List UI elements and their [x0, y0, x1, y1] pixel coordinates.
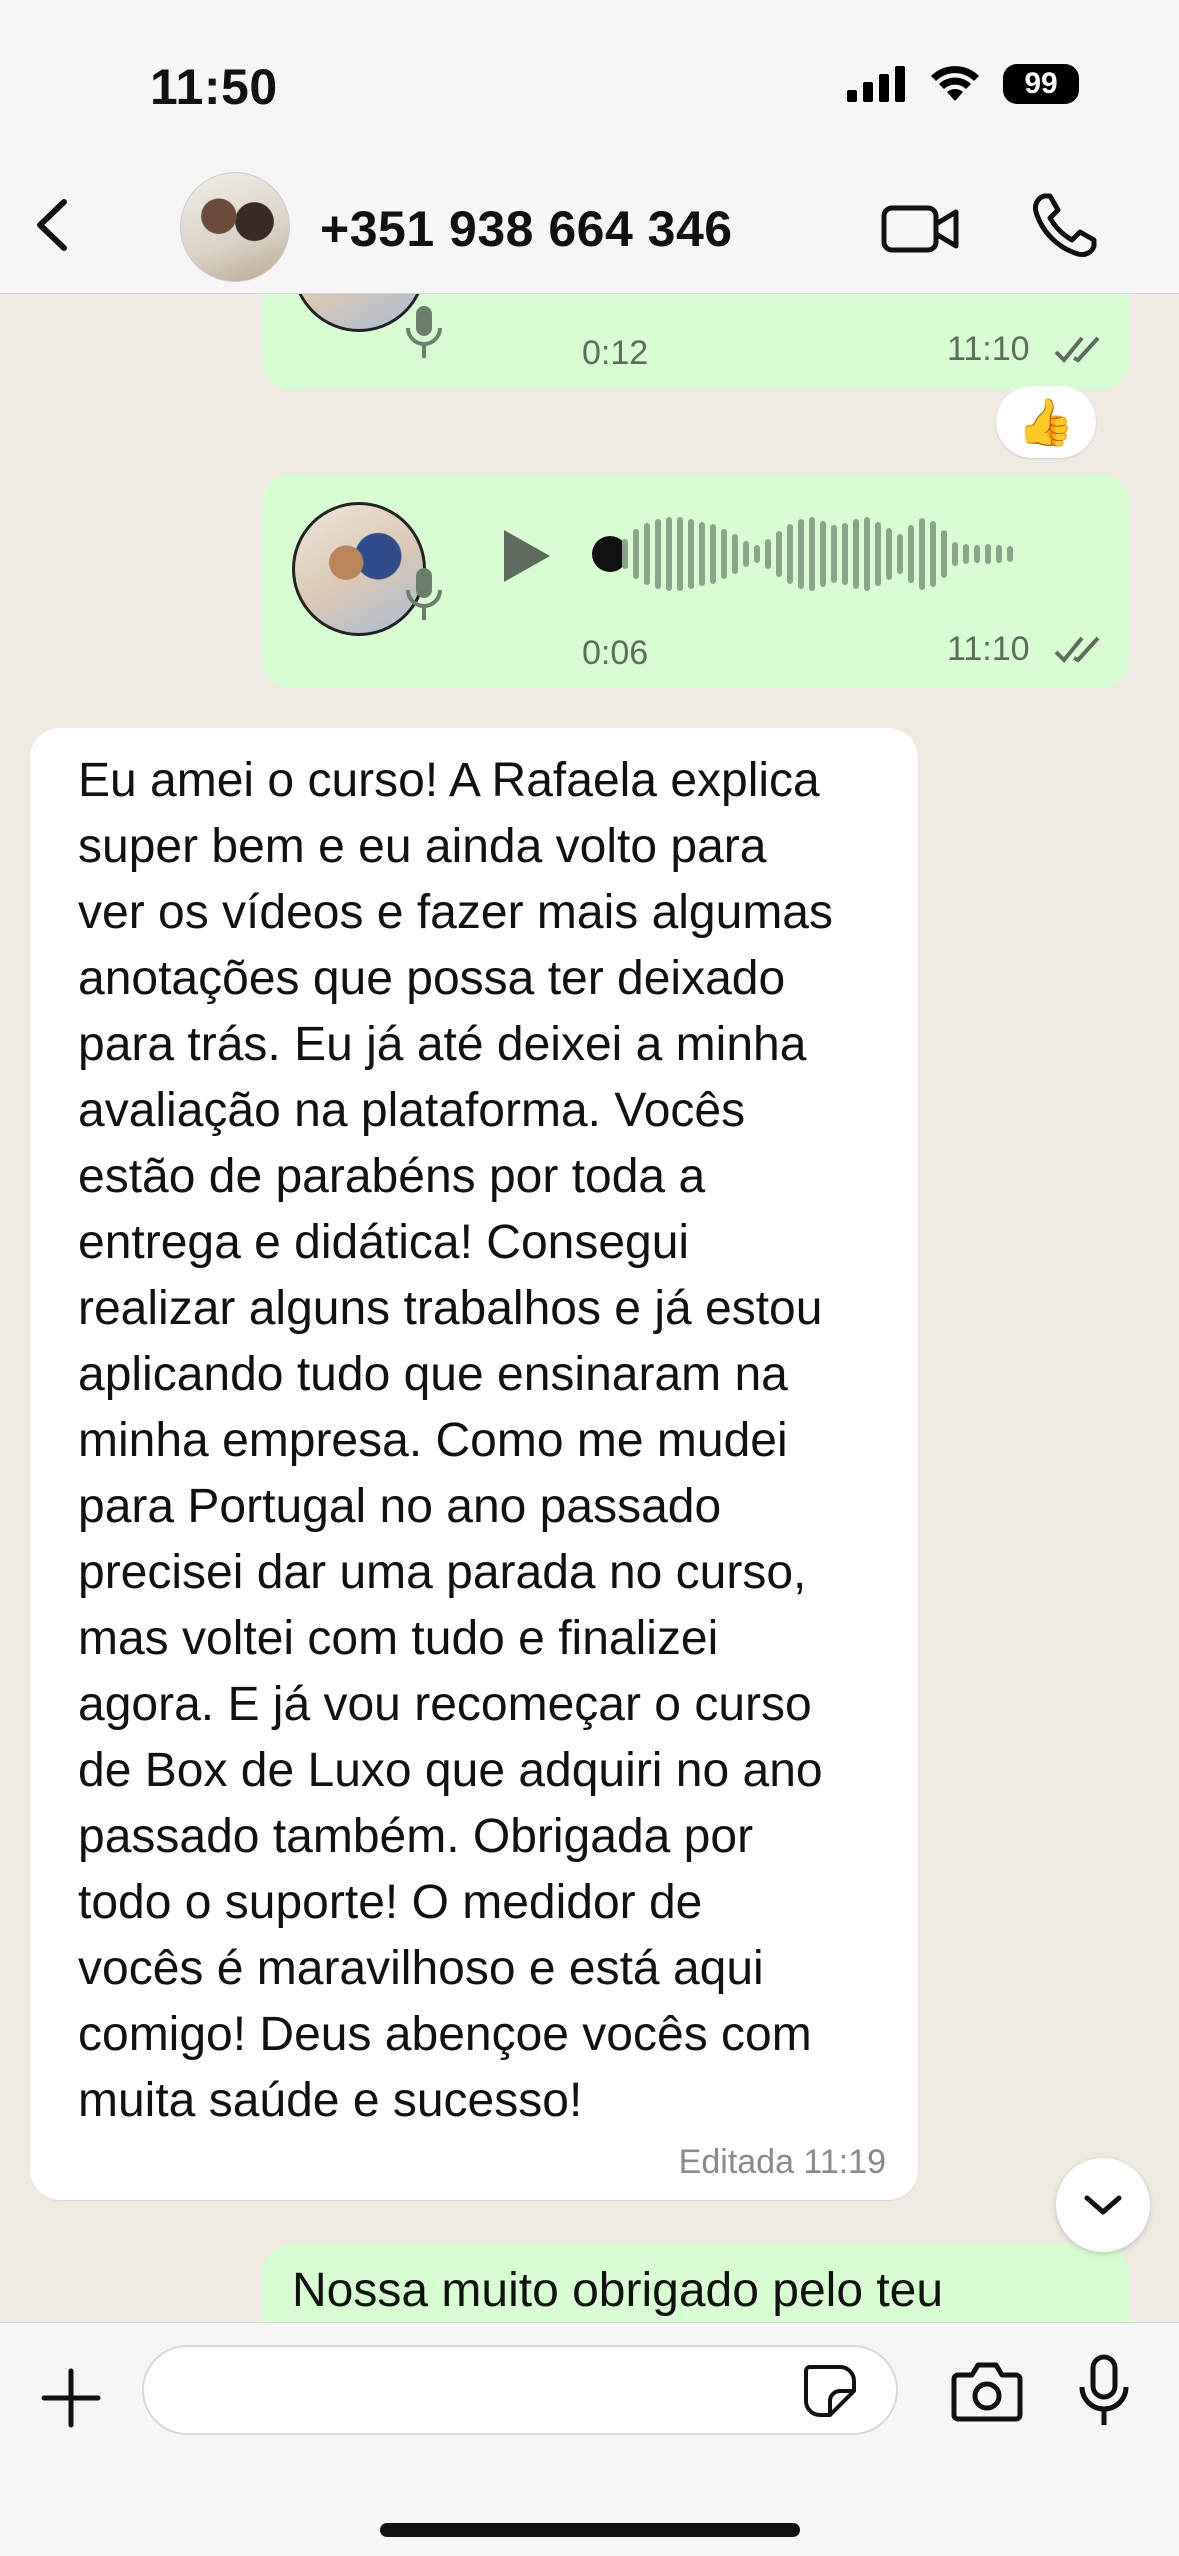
voice-message-bubble[interactable]: 0:12 11:10 — [262, 294, 1130, 390]
message-line: ver os vídeos e fazer mais algumas — [78, 886, 833, 939]
message-line: comigo! Deus abençoe vocês com — [78, 2008, 812, 2061]
status-icons: 99 — [847, 62, 1079, 106]
message-line: mas voltei com tudo e finalizei — [78, 1612, 719, 1665]
sticker-icon[interactable] — [800, 2361, 860, 2421]
edited-timestamp: Editada 11:19 — [678, 2143, 886, 2181]
message-line: minha empresa. Como me mudei — [78, 1414, 788, 1467]
message-line: todo o suporte! O medidor de — [78, 1876, 703, 1929]
signal-icon — [847, 66, 905, 102]
back-icon[interactable] — [20, 190, 90, 260]
message-input[interactable] — [142, 2345, 898, 2435]
chat-area[interactable]: 0:12 11:10 👍 0:06 11:10 Eu amei o curso!… — [0, 294, 1179, 2322]
message-line: precisei dar uma parada no curso, — [78, 1546, 807, 1599]
video-call-icon[interactable] — [880, 194, 960, 264]
voice-duration: 0:12 — [582, 334, 649, 372]
message-line: agora. E já vou recomeçar o curso — [78, 1678, 812, 1731]
message-line: para Portugal no ano passado — [78, 1480, 722, 1533]
contact-avatar[interactable] — [180, 172, 290, 282]
double-check-icon — [1054, 636, 1100, 663]
message-time: 11:10 — [947, 630, 1030, 668]
scroll-to-bottom-button[interactable] — [1056, 2158, 1150, 2252]
phone-icon[interactable] — [1030, 190, 1100, 260]
mic-icon — [406, 568, 442, 620]
status-bar: 11:50 99 — [0, 0, 1179, 160]
contact-name[interactable]: +351 938 664 346 — [320, 200, 733, 258]
reaction-badge[interactable]: 👍 — [996, 386, 1096, 458]
message-line: Eu amei o curso! A Rafaela explica — [78, 754, 820, 807]
message-line: de Box de Luxo que adquiri no ano — [78, 1744, 823, 1797]
voice-message-bubble[interactable]: 0:06 11:10 — [262, 474, 1130, 688]
wifi-icon — [931, 66, 979, 101]
composer-bar — [0, 2322, 1179, 2556]
chevron-down-icon — [1084, 2195, 1122, 2215]
message-time: 11:10 — [947, 330, 1030, 368]
message-line: entrega e didática! Consegui — [78, 1216, 690, 1269]
message-line: realizar alguns trabalhos e já estou — [78, 1282, 823, 1335]
incoming-message-bubble[interactable]: Eu amei o curso! A Rafaela explica super… — [30, 728, 918, 2200]
message-line: vocês é maravilhoso e está aqui — [78, 1942, 764, 1995]
message-text: Nossa muito obrigado pelo teu — [292, 2264, 944, 2317]
outgoing-message-bubble[interactable]: Nossa muito obrigado pelo teu — [262, 2244, 1130, 2322]
message-line: avaliação na plataforma. Vocês — [78, 1084, 746, 1137]
home-indicator — [380, 2523, 800, 2537]
microphone-icon[interactable] — [1076, 2353, 1132, 2429]
message-line: super bem e eu ainda volto para — [78, 820, 767, 873]
mic-icon — [406, 306, 442, 358]
message-line: anotações que possa ter deixado — [78, 952, 786, 1005]
camera-icon[interactable] — [950, 2359, 1024, 2423]
chat-header: +351 938 664 346 — [0, 160, 1179, 294]
voice-duration: 0:06 — [582, 634, 649, 672]
message-line: aplicando tudo que ensinaram na — [78, 1348, 788, 1401]
status-time: 11:50 — [150, 59, 278, 115]
double-check-icon — [1054, 336, 1100, 363]
message-line: para trás. Eu já até deixei a minha — [78, 1018, 807, 1071]
plus-icon[interactable] — [36, 2363, 106, 2433]
message-line: muita saúde e sucesso! — [78, 2074, 583, 2127]
battery-indicator: 99 — [1003, 64, 1079, 104]
play-icon[interactable] — [494, 526, 554, 586]
message-line: passado também. Obrigada por — [78, 1810, 754, 1863]
waveform[interactable] — [622, 516, 1013, 592]
message-line: estão de parabéns por toda a — [78, 1150, 706, 1203]
message-text: Eu amei o curso! A Rafaela explica super… — [78, 748, 908, 2134]
